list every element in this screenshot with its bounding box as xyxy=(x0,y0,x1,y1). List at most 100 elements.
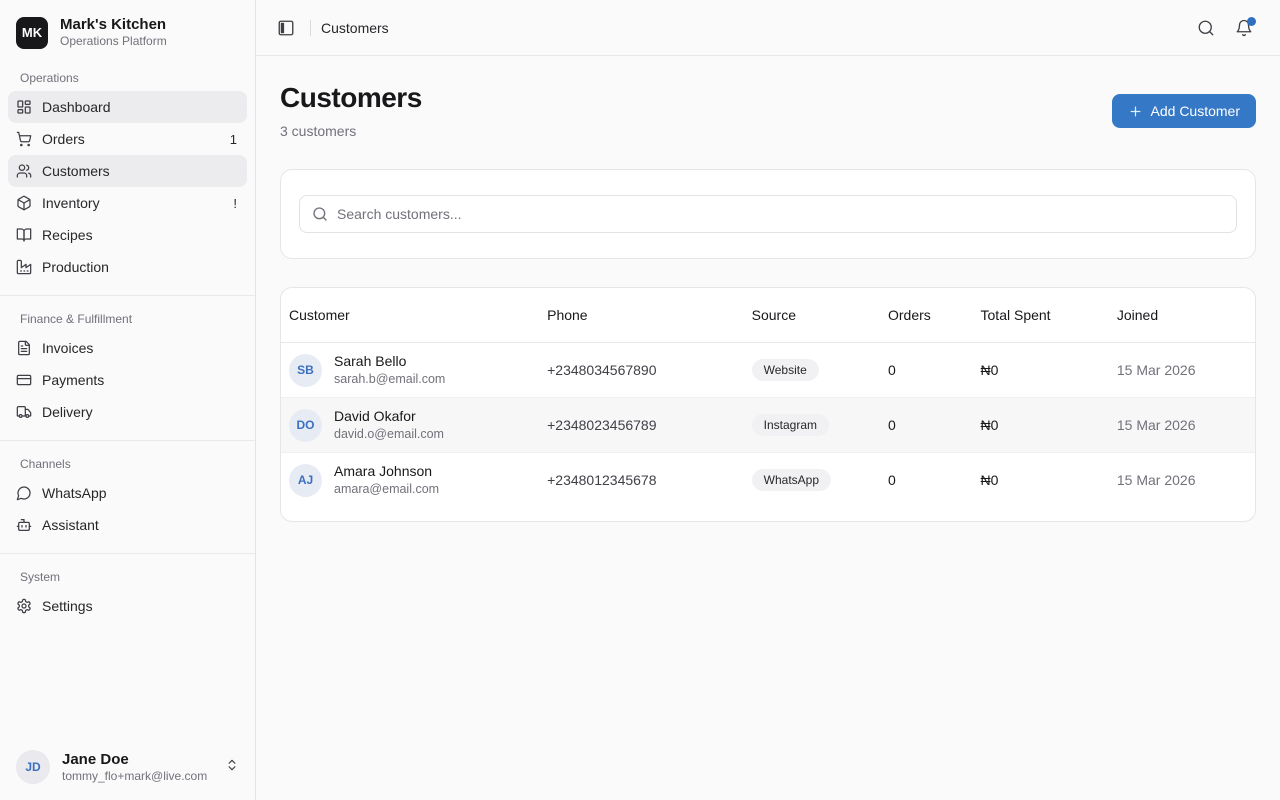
customer-phone: +2348012345678 xyxy=(539,453,744,508)
sidebar-item-recipes[interactable]: Recipes xyxy=(8,219,247,251)
add-customer-button[interactable]: Add Customer xyxy=(1112,94,1256,128)
orders-count: 0 xyxy=(880,398,973,453)
page-title-block: Customers 3 customers xyxy=(280,82,422,139)
customers-table-card: Customer Phone Source Orders Total Spent… xyxy=(280,287,1256,522)
sidebar-item-label: Settings xyxy=(42,598,239,614)
search-box xyxy=(299,195,1237,233)
customer-phone: +2348023456789 xyxy=(539,398,744,453)
user-menu[interactable]: JD Jane Doe tommy_flo+mark@live.com xyxy=(0,738,255,800)
table-row[interactable]: SB Sarah Bello sarah.b@email.com +234803… xyxy=(281,343,1255,398)
shopping-cart-icon xyxy=(16,131,32,147)
sidebar-item-label: Customers xyxy=(42,163,239,179)
customer-identity: Amara Johnson amara@email.com xyxy=(334,463,439,497)
column-header-orders: Orders xyxy=(880,288,973,343)
sidebar-toggle-button[interactable] xyxy=(272,14,300,42)
search-icon xyxy=(1197,19,1215,37)
sidebar-item-inventory[interactable]: Inventory ! xyxy=(8,187,247,219)
book-open-icon xyxy=(16,227,32,243)
factory-icon xyxy=(16,259,32,275)
sidebar-spacer xyxy=(0,622,255,738)
table-header-row: Customer Phone Source Orders Total Spent… xyxy=(281,288,1255,343)
avatar: DO xyxy=(289,409,322,442)
user-info: Jane Doe tommy_flo+mark@live.com xyxy=(62,751,207,784)
total-spent: ₦0 xyxy=(973,343,1109,398)
column-header-customer: Customer xyxy=(281,288,539,343)
search-customers-input[interactable] xyxy=(337,206,1224,222)
sidebar-item-invoices[interactable]: Invoices xyxy=(8,332,247,364)
sidebar-item-label: Recipes xyxy=(42,227,239,243)
table-row[interactable]: DO David Okafor david.o@email.com +23480… xyxy=(281,398,1255,453)
customer-name: Sarah Bello xyxy=(334,353,445,370)
customers-table: Customer Phone Source Orders Total Spent… xyxy=(281,288,1255,507)
user-avatar: JD xyxy=(16,750,50,784)
app-logo: MK xyxy=(16,17,48,49)
column-header-joined: Joined xyxy=(1109,288,1255,343)
total-spent: ₦0 xyxy=(973,398,1109,453)
add-customer-label: Add Customer xyxy=(1151,103,1240,119)
sidebar-item-label: Payments xyxy=(42,372,239,388)
sidebar-item-label: WhatsApp xyxy=(42,485,239,501)
sidebar-item-production[interactable]: Production xyxy=(8,251,247,283)
sidebar-item-assistant[interactable]: Assistant xyxy=(8,509,247,541)
joined-date: 15 Mar 2026 xyxy=(1109,398,1255,453)
notifications-button[interactable] xyxy=(1230,14,1258,42)
source-badge: Website xyxy=(752,359,819,381)
customer-count: 3 customers xyxy=(280,123,422,139)
user-email: tommy_flo+mark@live.com xyxy=(62,769,207,784)
customer-cell: SB Sarah Bello sarah.b@email.com xyxy=(289,353,531,387)
notification-dot xyxy=(1247,17,1256,26)
sidebar-item-delivery[interactable]: Delivery xyxy=(8,396,247,428)
credit-card-icon xyxy=(16,372,32,388)
page-header: Customers 3 customers Add Customer xyxy=(280,82,1256,139)
breadcrumb: Customers xyxy=(321,20,389,36)
section-label-channels: Channels xyxy=(0,441,255,477)
joined-date: 15 Mar 2026 xyxy=(1109,453,1255,508)
sidebar-item-payments[interactable]: Payments xyxy=(8,364,247,396)
search-icon xyxy=(312,206,328,222)
users-icon xyxy=(16,163,32,179)
panel-left-icon xyxy=(277,19,295,37)
sidebar-item-label: Production xyxy=(42,259,239,275)
sidebar-item-label: Invoices xyxy=(42,340,239,356)
section-label-operations: Operations xyxy=(0,55,255,91)
orders-count: 0 xyxy=(880,453,973,508)
sidebar-item-label: Delivery xyxy=(42,404,239,420)
package-icon xyxy=(16,195,32,211)
table-row[interactable]: AJ Amara Johnson amara@email.com +234801… xyxy=(281,453,1255,508)
source-badge: Instagram xyxy=(752,414,829,436)
orders-count-badge: 1 xyxy=(230,132,239,147)
sidebar-item-label: Assistant xyxy=(42,517,239,533)
sidebar-item-whatsapp[interactable]: WhatsApp xyxy=(8,477,247,509)
sidebar-item-dashboard[interactable]: Dashboard xyxy=(8,91,247,123)
plus-icon xyxy=(1128,104,1143,119)
file-text-icon xyxy=(16,340,32,356)
sidebar-item-label: Orders xyxy=(42,131,220,147)
customer-name: David Okafor xyxy=(334,408,444,425)
gear-icon xyxy=(16,598,32,614)
truck-icon xyxy=(16,404,32,420)
sidebar-item-settings[interactable]: Settings xyxy=(8,590,247,622)
column-header-total-spent: Total Spent xyxy=(973,288,1109,343)
avatar: AJ xyxy=(289,464,322,497)
sidebar: MK Mark's Kitchen Operations Platform Op… xyxy=(0,0,256,800)
section-label-finance: Finance & Fulfillment xyxy=(0,296,255,332)
sidebar-item-orders[interactable]: Orders 1 xyxy=(8,123,247,155)
joined-date: 15 Mar 2026 xyxy=(1109,343,1255,398)
sidebar-item-label: Dashboard xyxy=(42,99,239,115)
search-card xyxy=(280,169,1256,259)
sidebar-item-customers[interactable]: Customers xyxy=(8,155,247,187)
search-button[interactable] xyxy=(1192,14,1220,42)
topbar-actions xyxy=(1192,14,1258,42)
layout-dashboard-icon xyxy=(16,99,32,115)
bot-icon xyxy=(16,517,32,533)
customer-phone: +2348034567890 xyxy=(539,343,744,398)
customer-name: Amara Johnson xyxy=(334,463,439,480)
nav-channels: WhatsApp Assistant xyxy=(0,477,255,541)
page-title: Customers xyxy=(280,82,422,114)
nav-operations: Dashboard Orders 1 Customers Inventory !… xyxy=(0,91,255,283)
topbar-separator xyxy=(310,20,311,36)
customer-email: sarah.b@email.com xyxy=(334,371,445,387)
column-header-phone: Phone xyxy=(539,288,744,343)
nav-system: Settings xyxy=(0,590,255,622)
app-name: Mark's Kitchen xyxy=(60,16,167,34)
